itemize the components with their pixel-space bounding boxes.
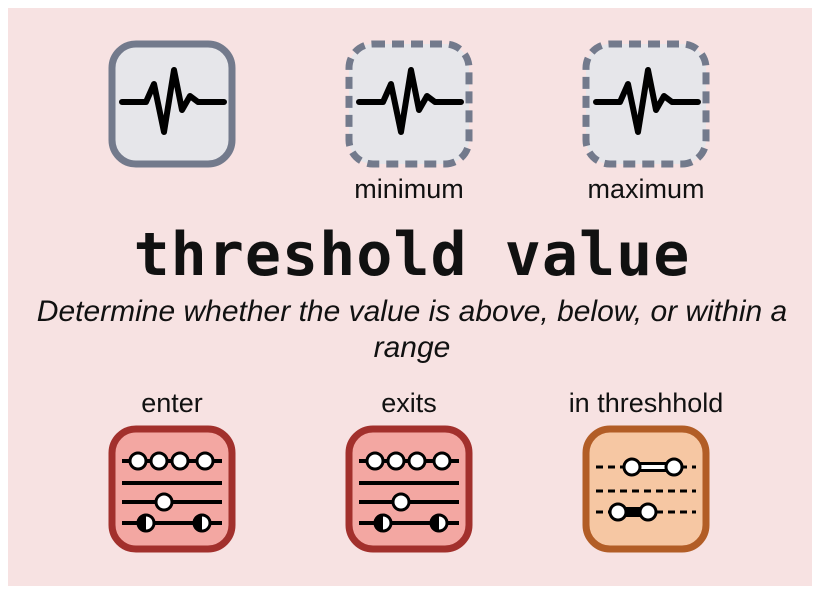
- in-threshhold-label: in threshhold: [568, 388, 724, 418]
- page-title: threshold value: [133, 220, 691, 290]
- enter-label: enter: [141, 388, 203, 418]
- pulse-icon: [345, 40, 473, 168]
- pulse-icon: [582, 40, 710, 168]
- pulse-icon: [108, 40, 236, 168]
- range-slider-icon: [582, 425, 710, 553]
- sliders-icon: [108, 425, 236, 553]
- exits-label: exits: [381, 388, 437, 418]
- page-subtitle: Determine whether the value is above, be…: [36, 295, 788, 364]
- sliders-icon: [345, 425, 473, 553]
- maximum-label: maximum: [587, 174, 705, 204]
- minimum-label: minimum: [354, 174, 464, 204]
